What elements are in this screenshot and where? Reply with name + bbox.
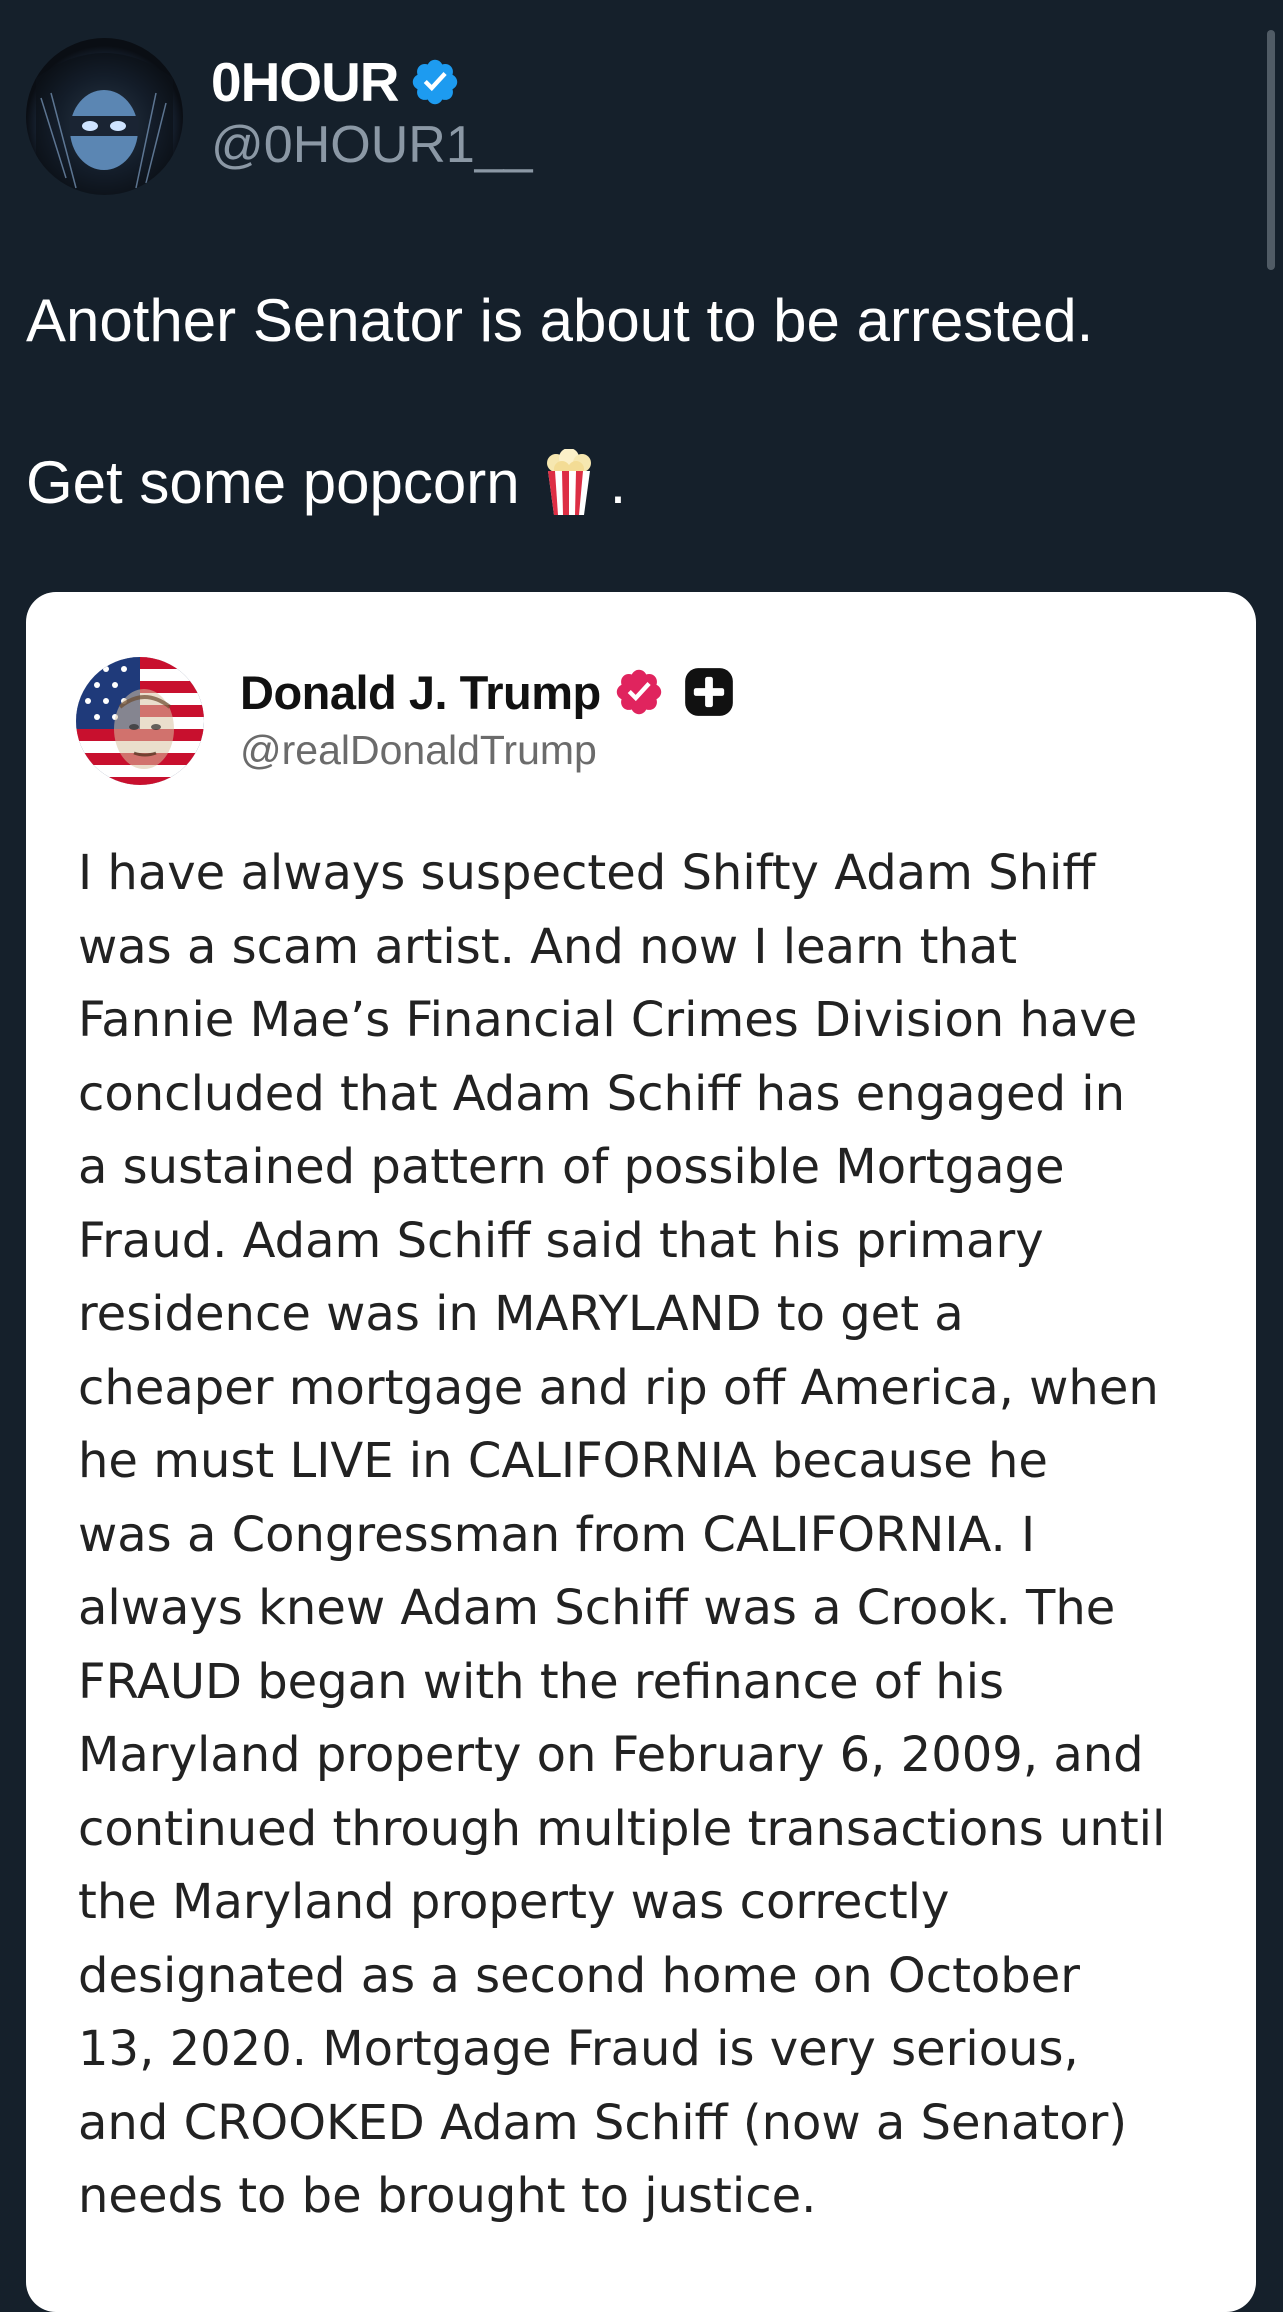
post-body-line: 13, 2020. Mortgage Fraud is very serious… [78,2021,1079,2077]
verified-badge-icon [412,59,457,105]
post-body-line: FRAUD began with the refinance of his [78,1653,1005,1710]
post-body-line: was a scam artist. And now I learn that [78,918,1018,975]
flag-portrait-avatar-icon [76,657,204,785]
post-body-line: Fannie Mae’s Financial Crimes Division h… [78,992,1138,1048]
author-name-row[interactable]: 0HOUR [211,50,461,114]
quoted-author-display-name[interactable]: Donald J. Trump [240,665,601,720]
post-body-line: the Maryland property was correctly [78,1874,950,1930]
post-body-line: continued through multiple transactions … [78,1800,1166,1857]
verified-badge-icon [616,669,661,715]
tweet-text-segment: . [609,449,627,516]
hooded-figure-avatar-icon [26,38,183,195]
quoted-author-avatar[interactable] [76,657,204,785]
quoted-post-body: I have always suspected Shifty Adam Shif… [78,837,1238,2234]
quoted-post-card[interactable]: Donald J. Trump @realDonaldTrump I have … [26,592,1256,2312]
post-body-line: always knew Adam Schiff was a Crook. The [78,1580,1116,1636]
tweet-text-line: Another Senator is about to be arrested. [26,287,1094,354]
author-display-name[interactable]: 0HOUR [211,50,400,114]
post-body-line: he must LIVE in CALIFORNIA because he [78,1433,1048,1489]
tweet-text-line-with-emoji: Get some popcorn . [26,448,626,517]
plus-badge-icon [684,668,733,716]
scrollbar[interactable] [1267,30,1275,270]
post-body-line: was a Congressman from CALIFORNIA. I [78,1506,1036,1563]
post-body-line: I have always suspected Shifty Adam Shif… [78,845,1096,901]
quoted-author-handle[interactable]: @realDonaldTrump [240,727,597,774]
post-body-line: residence was in MARYLAND to get a [78,1286,964,1342]
quoted-author-name-row[interactable]: Donald J. Trump [240,662,735,722]
post-body-line: a sustained pattern of possible Mortgage [78,1139,1065,1195]
post-body-line: designated as a second home on October [78,1947,1080,2004]
post-body-line: Fraud. Adam Schiff said that his primary [78,1212,1044,1269]
author-handle[interactable]: @0HOUR1__ [211,115,533,175]
post-body-line: Maryland property on February 6, 2009, a… [78,1727,1144,1783]
tweet-text-segment: Get some popcorn [26,449,520,516]
post-body-line: and CROOKED Adam Schiff (now a Senator) [78,2094,1128,2151]
author-avatar[interactable] [26,38,183,195]
popcorn-icon [546,448,591,515]
post-body-line: cheaper mortgage and rip off America, wh… [78,1359,1159,1416]
post-body-line: concluded that Adam Schiff has engaged i… [78,1065,1126,1122]
post-body-line: needs to be brought to justice. [78,2168,817,2224]
